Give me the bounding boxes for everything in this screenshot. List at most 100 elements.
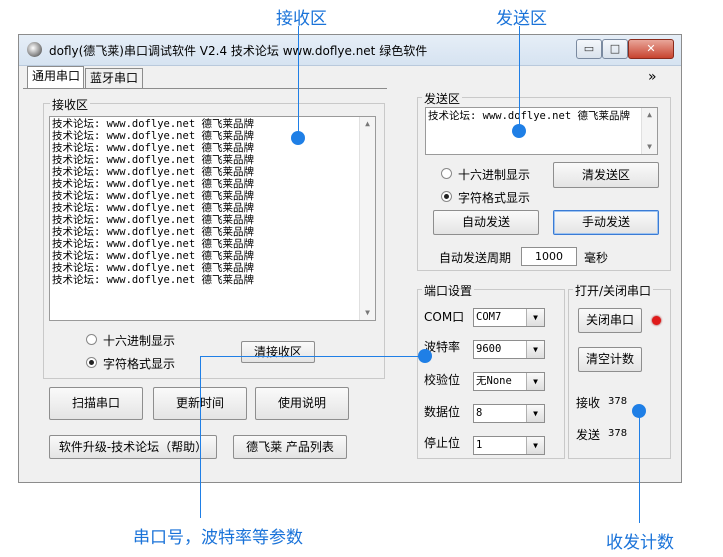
- help-button[interactable]: 使用说明: [255, 387, 349, 420]
- callout-receive-area: 接收区: [276, 9, 327, 29]
- receive-line: 技术论坛: www.doflye.net 德飞莱品牌: [52, 154, 254, 166]
- send-scrollbar[interactable]: ▲ ▼: [641, 108, 657, 154]
- manual-send-button[interactable]: 手动发送: [553, 210, 659, 235]
- send-hex-label: 十六进制显示: [458, 168, 531, 182]
- app-window: dofly(德飞莱)串口调试软件 V2.4 技术论坛 www.doflye.ne…: [18, 34, 682, 483]
- auto-period-input[interactable]: 1000: [521, 247, 577, 266]
- receive-line: 技术论坛: www.doflye.net 德飞莱品牌: [52, 262, 254, 274]
- callout-send-area: 发送区: [496, 9, 547, 29]
- receive-hex-label: 十六进制显示: [103, 334, 176, 348]
- callout-counts: 收发计数: [606, 533, 674, 553]
- app-icon: [27, 42, 42, 57]
- scroll-down-icon[interactable]: ▼: [360, 306, 375, 320]
- receive-line: 技术论坛: www.doflye.net 德飞莱品牌: [52, 238, 254, 250]
- chevron-down-icon[interactable]: ▼: [526, 341, 544, 358]
- scan-port-button[interactable]: 扫描串口: [49, 387, 143, 420]
- open-close-group: 打开/关闭串口 关闭串口 清空计数 接收 378 发送 378: [568, 282, 671, 459]
- tx-count-value: 378: [608, 428, 628, 439]
- send-textbox[interactable]: 技术论坛: www.doflye.net 德飞莱品牌 ▲ ▼: [425, 107, 658, 155]
- receive-line: 技术论坛: www.doflye.net 德飞莱品牌: [52, 202, 254, 214]
- rx-count-value: 378: [608, 396, 628, 407]
- data-bits-value: 8: [476, 407, 483, 419]
- callout-line-params-h: [200, 356, 425, 357]
- com-label: COM口: [424, 310, 465, 324]
- stop-bits-value: 1: [476, 439, 483, 451]
- product-list-button[interactable]: 德飞莱 产品列表: [233, 435, 347, 459]
- baud-value: 9600: [476, 343, 502, 355]
- callout-line-send: [519, 26, 520, 131]
- tab-bluetooth-serial[interactable]: 蓝牙串口: [85, 68, 143, 88]
- open-close-legend: 打开/关闭串口: [573, 282, 654, 299]
- callout-line-params-v: [200, 356, 201, 518]
- receive-hex-radio[interactable]: [86, 334, 97, 345]
- period-unit-label: 毫秒: [584, 251, 609, 265]
- window-title: dofly(德飞莱)串口调试软件 V2.4 技术论坛 www.doflye.ne…: [49, 44, 428, 58]
- send-char-radio[interactable]: [441, 191, 452, 202]
- receive-line: 技术论坛: www.doflye.net 德飞莱品牌: [52, 166, 254, 178]
- expand-icon[interactable]: »: [648, 69, 657, 85]
- close-button[interactable]: ✕: [628, 39, 674, 59]
- receive-line: 技术论坛: www.doflye.net 德飞莱品牌: [52, 142, 254, 154]
- callout-dot-counts: [632, 404, 646, 418]
- receive-group: 接收区 技术论坛: www.doflye.net 德飞莱品牌 技术论坛: www…: [43, 96, 385, 379]
- send-group: 发送区 技术论坛: www.doflye.net 德飞莱品牌 ▲ ▼ 十六进制显…: [417, 90, 671, 271]
- tab-divider: [23, 88, 387, 89]
- tab-general-serial[interactable]: 通用串口: [27, 66, 84, 88]
- com-select[interactable]: COM7 ▼: [473, 308, 545, 327]
- send-char-label: 字符格式显示: [458, 191, 531, 205]
- parity-label: 校验位: [424, 373, 461, 387]
- callout-dot-receive: [291, 131, 305, 145]
- send-text: 技术论坛: www.doflye.net 德飞莱品牌: [428, 110, 630, 122]
- chevron-down-icon[interactable]: ▼: [526, 309, 544, 326]
- receive-lines: 技术论坛: www.doflye.net 德飞莱品牌 技术论坛: www.dof…: [50, 117, 375, 286]
- port-settings-legend: 端口设置: [422, 282, 475, 299]
- clear-send-button[interactable]: 清发送区: [553, 162, 659, 188]
- receive-scrollbar[interactable]: ▲ ▼: [359, 117, 375, 320]
- tx-count-label: 发送: [576, 428, 601, 442]
- send-hex-radio[interactable]: [441, 168, 452, 179]
- receive-line: 技术论坛: www.doflye.net 德飞莱品牌: [52, 178, 254, 190]
- data-bits-label: 数据位: [424, 405, 461, 419]
- callout-line-counts: [639, 411, 640, 523]
- auto-send-button[interactable]: 自动发送: [433, 210, 539, 235]
- stop-bits-select[interactable]: 1 ▼: [473, 436, 545, 455]
- send-legend: 发送区: [422, 90, 463, 107]
- receive-char-radio[interactable]: [86, 357, 97, 368]
- minimize-button[interactable]: ▭: [576, 39, 602, 59]
- receive-line: 技术论坛: www.doflye.net 德飞莱品牌: [52, 274, 254, 286]
- maximize-button[interactable]: □: [602, 39, 628, 59]
- callout-dot-params: [418, 349, 432, 363]
- chevron-down-icon[interactable]: ▼: [526, 373, 544, 390]
- scroll-down-icon[interactable]: ▼: [642, 140, 657, 154]
- parity-value: 无None: [476, 375, 512, 387]
- receive-line: 技术论坛: www.doflye.net 德飞莱品牌: [52, 130, 254, 142]
- receive-line: 技术论坛: www.doflye.net 德飞莱品牌: [52, 250, 254, 262]
- chevron-down-icon[interactable]: ▼: [526, 405, 544, 422]
- title-bar[interactable]: dofly(德飞莱)串口调试软件 V2.4 技术论坛 www.doflye.ne…: [19, 35, 681, 66]
- close-port-button[interactable]: 关闭串口: [578, 308, 642, 333]
- status-led: [652, 316, 661, 325]
- parity-select[interactable]: 无None ▼: [473, 372, 545, 391]
- com-value: COM7: [476, 311, 502, 323]
- receive-line: 技术论坛: www.doflye.net 德飞莱品牌: [52, 190, 254, 202]
- stop-bits-label: 停止位: [424, 436, 461, 450]
- clear-count-button[interactable]: 清空计数: [578, 347, 642, 372]
- receive-line: 技术论坛: www.doflye.net 德飞莱品牌: [52, 226, 254, 238]
- clear-receive-button[interactable]: 清接收区: [241, 341, 315, 363]
- rx-count-label: 接收: [576, 396, 601, 410]
- port-settings-group: 端口设置 COM口 COM7 ▼ 波特率 9600 ▼ 校验位 无None ▼ 数据位…: [417, 282, 565, 459]
- chevron-down-icon[interactable]: ▼: [526, 437, 544, 454]
- callout-line-receive: [298, 26, 299, 138]
- receive-textbox[interactable]: 技术论坛: www.doflye.net 德飞莱品牌 技术论坛: www.dof…: [49, 116, 376, 321]
- receive-legend: 接收区: [50, 96, 91, 113]
- receive-line: 技术论坛: www.doflye.net 德飞莱品牌: [52, 214, 254, 226]
- baud-select[interactable]: 9600 ▼: [473, 340, 545, 359]
- receive-char-label: 字符格式显示: [103, 357, 176, 371]
- receive-line: 技术论坛: www.doflye.net 德飞莱品牌: [52, 118, 254, 130]
- auto-period-label: 自动发送周期: [439, 251, 512, 265]
- scroll-up-icon[interactable]: ▲: [360, 117, 375, 131]
- callout-port-params: 串口号，波特率等参数: [133, 528, 303, 548]
- data-bits-select[interactable]: 8 ▼: [473, 404, 545, 423]
- upgrade-forum-button[interactable]: 软件升级-技术论坛（帮助）: [49, 435, 217, 459]
- scroll-up-icon[interactable]: ▲: [642, 108, 657, 122]
